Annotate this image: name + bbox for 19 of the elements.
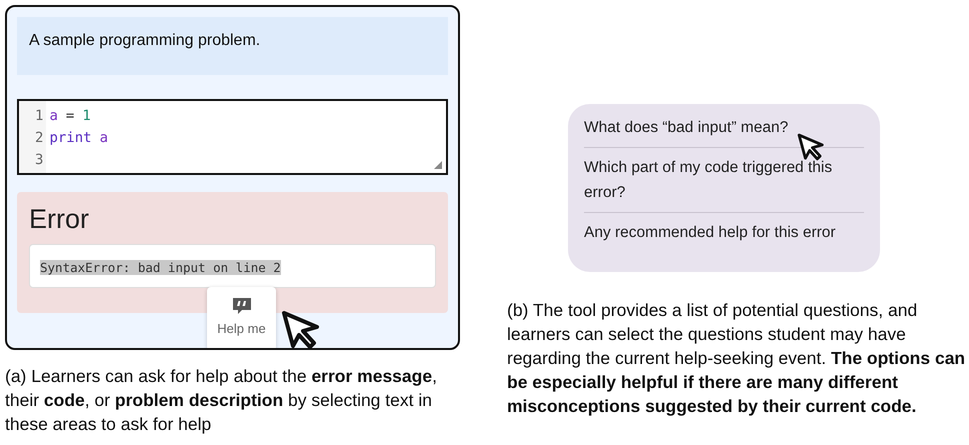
code-editor[interactable]: 1 2 3 a = 1 print a	[17, 99, 448, 175]
resize-handle-icon[interactable]	[434, 161, 442, 169]
code-token: a	[49, 107, 58, 126]
quote-icon	[232, 297, 252, 315]
code-token: 1	[82, 107, 91, 126]
problem-description: A sample programming problem.	[17, 17, 448, 75]
error-message[interactable]: SyntaxError: bad input on line 2	[40, 260, 281, 275]
help-me-button[interactable]: Help me	[207, 287, 276, 348]
caption: (a) Learners can ask for help about the error message, their code, or problem description by selecting text in these areas to ask for help	[5, 365, 438, 436]
cursor-icon	[797, 133, 825, 161]
line-number: 1	[35, 107, 44, 126]
code-token: =	[66, 107, 74, 126]
code-token: a	[100, 129, 108, 148]
code-token: print	[49, 129, 92, 148]
caption: (b) The tool provides a list of potential questions, and learners can select the questions student may have regarding the current help-seeking event. The options can be especially helpful if there are many different misconceptions suggested by their current code.	[507, 299, 966, 418]
question-option[interactable]: Any recommended help for this error	[584, 213, 864, 252]
line-number: 2	[35, 129, 44, 148]
line-number: 3	[35, 151, 44, 170]
error-heading: Error	[29, 203, 90, 236]
